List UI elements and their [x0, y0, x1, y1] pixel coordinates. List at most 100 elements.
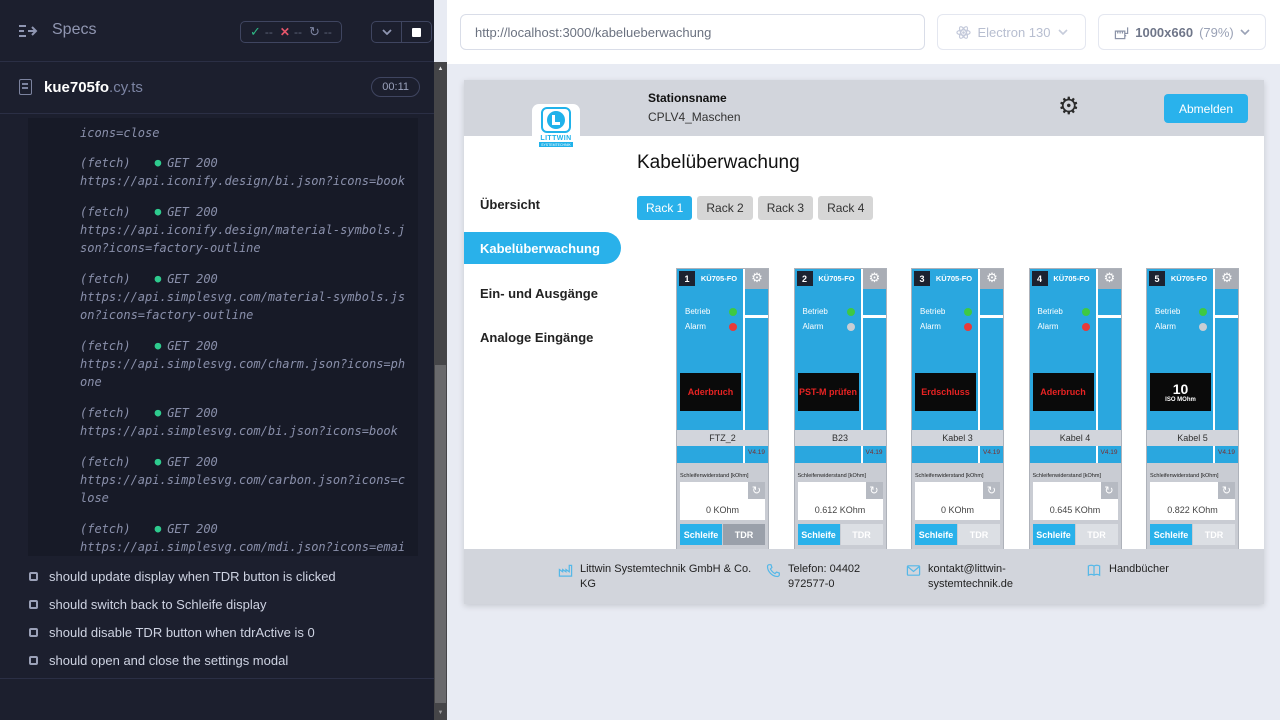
logo-mark-icon — [541, 107, 571, 133]
log-entry[interactable]: (fetch) ● GET 200 https://api.iconify.de… — [80, 203, 408, 257]
footer-handbuecher[interactable]: Handbücher — [1086, 562, 1226, 578]
test-case-item[interactable]: should open and close the settings modal — [0, 646, 434, 674]
success-dot-icon: ● — [155, 270, 162, 288]
log-status: GET 200 — [167, 270, 218, 288]
email-icon — [906, 563, 921, 578]
spec-extension: .cy.ts — [109, 79, 143, 96]
loop-resistance-label: Schleifenwiderstand [kOhm] — [798, 473, 866, 479]
logout-button[interactable]: Abmelden — [1164, 94, 1248, 123]
card-settings-icon[interactable]: ⚙ — [983, 270, 1001, 288]
card-settings-icon[interactable]: ⚙ — [866, 270, 884, 288]
test-stats[interactable]: ✓-- ✕-- ↻-- — [240, 21, 342, 43]
value-box: ↻ 0.822 KOhm — [1150, 482, 1235, 520]
log-url: https://api.simplesvg.com/material-symbo… — [80, 288, 408, 324]
stop-button[interactable] — [401, 22, 431, 42]
test-case-item[interactable]: should switch back to Schleife display — [0, 590, 434, 618]
tdr-button[interactable]: TDR — [723, 524, 765, 545]
log-entry[interactable]: (fetch) ● GET 200 https://api.simplesvg.… — [80, 520, 408, 556]
log-entry[interactable]: (fetch) ● GET 200 https://api.iconify.de… — [80, 154, 408, 190]
viewport-zoom: (79%) — [1199, 25, 1234, 40]
betrieb-led — [847, 308, 855, 316]
refresh-button[interactable]: ↻ — [1218, 482, 1235, 499]
sidebar-item-analoge-eingaenge[interactable]: Analoge Eingänge — [464, 321, 618, 353]
spec-row[interactable]: kue705fo.cy.ts 00:11 — [0, 62, 434, 114]
schleife-button[interactable]: Schleife — [915, 524, 957, 545]
log-continuation-line[interactable]: icons=close — [80, 124, 408, 142]
module-card: 4 KÜ705-FO ⚙ Betrieb Alarm Aderbruch Kab… — [1029, 268, 1122, 578]
test-case-item[interactable]: should update display when TDR button is… — [0, 562, 434, 590]
alarm-led — [847, 323, 855, 331]
card-settings-icon[interactable]: ⚙ — [748, 270, 766, 288]
log-entry[interactable]: (fetch) ● GET 200 https://api.simplesvg.… — [80, 453, 408, 507]
alarm-led — [964, 323, 972, 331]
station-name: CPLV4_Maschen — [648, 110, 741, 124]
pending-icon: ↻ — [309, 24, 320, 40]
viewport-select[interactable]: 1000x660 (79%) — [1098, 14, 1266, 50]
status-text: Erdschluss — [921, 387, 970, 397]
tdr-button[interactable]: TDR — [1193, 524, 1235, 545]
browser-select[interactable]: Electron 130 — [937, 14, 1086, 50]
alarm-led — [1199, 323, 1207, 331]
specs-menu-icon[interactable] — [18, 22, 38, 40]
refresh-button[interactable]: ↻ — [1101, 482, 1118, 499]
loop-resistance-label: Schleifenwiderstand [kOhm] — [1033, 473, 1101, 479]
log-entry[interactable]: (fetch) ● GET 200 https://api.simplesvg.… — [80, 337, 408, 391]
betrieb-led — [1082, 308, 1090, 316]
card-settings-icon[interactable]: ⚙ — [1101, 270, 1119, 288]
test-state-icon — [29, 572, 38, 581]
card-number-badge: 5 — [1149, 271, 1165, 286]
url-input[interactable] — [460, 14, 925, 50]
alarm-led-row: Alarm — [920, 322, 972, 331]
scrollbar-thumb[interactable] — [435, 365, 446, 703]
scroll-up-arrow[interactable]: ▲ — [434, 62, 447, 76]
log-entry[interactable]: (fetch) ● GET 200 https://api.simplesvg.… — [80, 404, 408, 440]
success-dot-icon: ● — [155, 203, 162, 221]
measurement-value: 10 — [1173, 382, 1189, 397]
refresh-button[interactable]: ↻ — [748, 482, 765, 499]
check-icon: ✓ — [250, 24, 261, 40]
tab-rack-2[interactable]: Rack 2 — [697, 196, 752, 220]
footer-email[interactable]: kontakt@littwin-systemtechnik.de — [906, 562, 1036, 592]
card-settings-icon[interactable]: ⚙ — [1218, 270, 1236, 288]
test-case-item[interactable]: should disable TDR button when tdrActive… — [0, 618, 434, 646]
success-dot-icon: ● — [155, 453, 162, 471]
tab-rack-1[interactable]: Rack 1 — [637, 196, 692, 220]
status-display: Aderbruch — [1033, 373, 1094, 411]
refresh-button[interactable]: ↻ — [866, 482, 883, 499]
passed-stat: ✓-- — [250, 24, 273, 40]
settings-gear-icon[interactable]: ⚙ — [1058, 93, 1080, 119]
log-command-type: (fetch) — [80, 270, 131, 288]
log-command-type: (fetch) — [80, 520, 131, 538]
tab-rack-4[interactable]: Rack 4 — [818, 196, 873, 220]
schleife-button[interactable]: Schleife — [798, 524, 840, 545]
schleife-button[interactable]: Schleife — [1150, 524, 1192, 545]
tab-rack-3[interactable]: Rack 3 — [758, 196, 813, 220]
schleife-button[interactable]: Schleife — [680, 524, 722, 545]
reporter-scrollbar[interactable]: ▲ ▼ — [434, 62, 447, 720]
scroll-down-arrow[interactable]: ▼ — [434, 706, 447, 720]
test-list: should update display when TDR button is… — [0, 562, 434, 674]
tdr-button[interactable]: TDR — [841, 524, 883, 545]
success-dot-icon: ● — [155, 404, 162, 422]
sidebar-item-kabelueberwachung[interactable]: Kabelüberwachung — [464, 232, 621, 264]
tdr-button[interactable]: TDR — [958, 524, 1000, 545]
value-box: ↻ 0 KOhm — [915, 482, 1000, 520]
log-url: https://api.simplesvg.com/bi.json?icons=… — [80, 422, 408, 440]
loop-resistance-label: Schleifenwiderstand [kOhm] — [680, 473, 748, 479]
tdr-button[interactable]: TDR — [1076, 524, 1118, 545]
log-entry[interactable]: (fetch) ● GET 200 https://api.simplesvg.… — [80, 270, 408, 324]
module-card: 3 KÜ705-FO ⚙ Betrieb Alarm Erdschluss Ka… — [911, 268, 1004, 578]
schleife-button[interactable]: Schleife — [1033, 524, 1075, 545]
footer-phone[interactable]: Telefon: 04402 972577-0 — [766, 562, 896, 592]
collapse-button[interactable] — [372, 22, 401, 42]
sidebar-item-ein-und-ausgaenge[interactable]: Ein- und Ausgänge — [464, 277, 618, 309]
cable-name-label: B23 — [795, 430, 886, 446]
test-state-icon — [29, 656, 38, 665]
refresh-button[interactable]: ↻ — [983, 482, 1000, 499]
firmware-version: V4.19 — [980, 449, 1003, 456]
factory-icon — [558, 563, 573, 578]
sidebar-item-uebersicht[interactable]: Übersicht — [464, 188, 618, 220]
loop-resistance-label: Schleifenwiderstand [kOhm] — [915, 473, 983, 479]
log-status: GET 200 — [167, 520, 218, 538]
test-state-icon — [29, 628, 38, 637]
